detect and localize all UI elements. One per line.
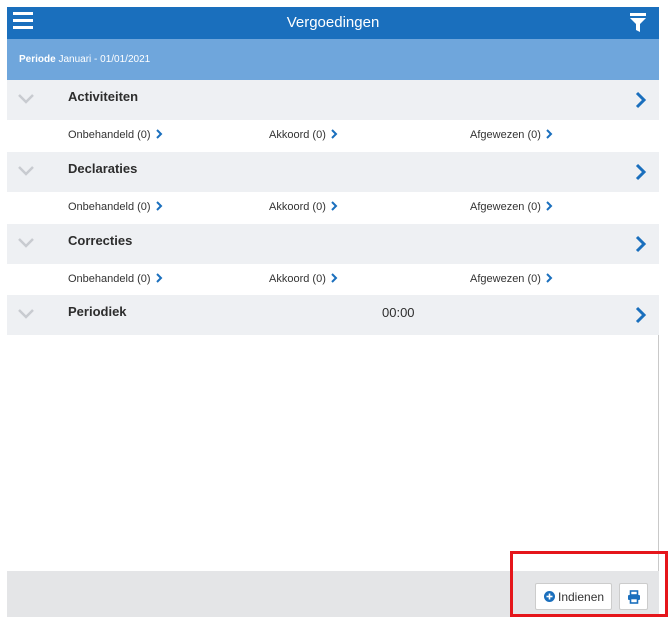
chevron-right-icon[interactable]: [635, 306, 647, 324]
section-title: Correcties: [68, 233, 133, 248]
chevron-right-icon: [546, 201, 553, 211]
print-button[interactable]: [619, 583, 648, 610]
print-icon: [628, 590, 640, 604]
link-afgewezen[interactable]: Afgewezen (0): [470, 273, 553, 285]
link-onbehandeld[interactable]: Onbehandeld (0): [68, 201, 163, 213]
chevron-right-icon: [331, 273, 338, 283]
chevron-down-icon[interactable]: [17, 93, 35, 105]
period-label: Periode: [19, 54, 56, 65]
chevron-down-icon[interactable]: [17, 308, 35, 320]
top-bar: Vergoedingen: [7, 7, 659, 39]
filter-icon[interactable]: [630, 13, 646, 33]
period-value: Januari - 01/01/2021: [58, 54, 151, 65]
section-header-activiteiten[interactable]: Activiteiten: [7, 80, 659, 120]
section-header-correcties[interactable]: Correcties: [7, 224, 659, 264]
link-afgewezen[interactable]: Afgewezen (0): [470, 201, 553, 213]
section-header-periodiek[interactable]: Periodiek 00:00: [7, 295, 659, 335]
period-bar: Periode Januari - 01/01/2021: [7, 39, 659, 80]
section-status-row: Onbehandeld (0) Akkoord (0) Afgewezen (0…: [7, 192, 659, 224]
chevron-right-icon: [546, 273, 553, 283]
chevron-right-icon: [155, 129, 162, 139]
link-akkoord[interactable]: Akkoord (0): [269, 273, 338, 285]
section-title: Periodiek: [68, 304, 127, 319]
chevron-right-icon[interactable]: [635, 235, 647, 253]
chevron-right-icon[interactable]: [635, 91, 647, 109]
indienen-button[interactable]: Indienen: [535, 583, 612, 610]
chevron-right-icon[interactable]: [635, 163, 647, 181]
link-akkoord[interactable]: Akkoord (0): [269, 201, 338, 213]
link-onbehandeld[interactable]: Onbehandeld (0): [68, 273, 163, 285]
link-onbehandeld[interactable]: Onbehandeld (0): [68, 129, 163, 141]
periodiek-time: 00:00: [382, 305, 415, 320]
chevron-right-icon: [155, 201, 162, 211]
chevron-right-icon: [546, 129, 553, 139]
chevron-right-icon: [331, 201, 338, 211]
chevron-down-icon[interactable]: [17, 165, 35, 177]
chevron-right-icon: [155, 273, 162, 283]
page-title: Vergoedingen: [286, 14, 380, 31]
footer-bar: Indienen: [7, 571, 659, 617]
section-header-declaraties[interactable]: Declaraties: [7, 152, 659, 192]
section-title: Activiteiten: [68, 89, 139, 104]
section-title: Declaraties: [68, 161, 138, 176]
section-status-row: Onbehandeld (0) Akkoord (0) Afgewezen (0…: [7, 120, 659, 152]
indienen-label: Indienen: [558, 590, 605, 604]
plus-circle-icon: [544, 591, 555, 602]
section-status-row: Onbehandeld (0) Akkoord (0) Afgewezen (0…: [7, 264, 659, 296]
chevron-right-icon: [331, 129, 338, 139]
link-akkoord[interactable]: Akkoord (0): [269, 129, 338, 141]
chevron-down-icon[interactable]: [17, 237, 35, 249]
app-frame: Vergoedingen Periode Januari - 01/01/202…: [7, 7, 659, 617]
link-afgewezen[interactable]: Afgewezen (0): [470, 129, 553, 141]
